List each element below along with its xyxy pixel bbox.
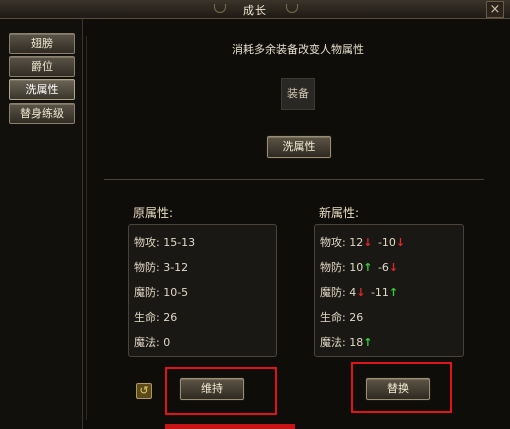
new-row-mp: 魔法: 18↑ bbox=[320, 334, 374, 349]
original-attributes-label: 原属性: bbox=[133, 206, 174, 220]
hint-text: 消耗多余装备改变人物属性 bbox=[232, 43, 364, 56]
new-attributes-label: 新属性: bbox=[319, 206, 360, 220]
attr-value: -10 bbox=[377, 236, 396, 249]
attr-name: 物攻: bbox=[320, 236, 346, 249]
attr-name: 魔法: bbox=[320, 336, 346, 349]
arrow-up-icon: ↑ bbox=[363, 261, 373, 274]
arrow-up-icon: ↑ bbox=[363, 336, 373, 349]
close-button[interactable]: × bbox=[486, 1, 504, 18]
attr-name: 物防: bbox=[134, 261, 160, 274]
arrow-down-icon: ↓ bbox=[356, 286, 366, 299]
attr-value: 12 bbox=[349, 236, 364, 249]
undo-icon[interactable]: ↺ bbox=[136, 383, 152, 399]
original-row-mp: 魔法: 0 bbox=[134, 334, 171, 349]
attr-value: 3-12 bbox=[163, 261, 189, 274]
attr-value: 18 bbox=[349, 336, 364, 349]
new-row-phys-defense: 物防: 10↑ -6↓ bbox=[320, 259, 400, 274]
attr-name: 魔法: bbox=[134, 336, 160, 349]
attr-name: 魔防: bbox=[134, 286, 160, 299]
original-attributes-box: 物攻: 15-13 物防: 3-12 魔防: 10-5 生命: 26 魔法: 0 bbox=[128, 224, 277, 357]
original-row-magic-defense: 魔防: 10-5 bbox=[134, 284, 189, 299]
sidebar-item-proxy-leveling[interactable]: 替身练级 bbox=[9, 103, 75, 124]
attr-value: 26 bbox=[163, 311, 178, 324]
new-row-hp: 生命: 26 bbox=[320, 309, 364, 324]
attr-value: 10-5 bbox=[163, 286, 189, 299]
section-divider bbox=[104, 179, 484, 180]
arrow-down-icon: ↓ bbox=[363, 236, 373, 249]
attr-name: 生命: bbox=[320, 311, 346, 324]
original-row-phys-defense: 物防: 3-12 bbox=[134, 259, 189, 274]
attr-value: 15-13 bbox=[163, 236, 196, 249]
attr-value: 0 bbox=[163, 336, 171, 349]
new-row-magic-defense: 魔防: 4↓ -11↑ bbox=[320, 284, 400, 299]
arrow-down-icon: ↓ bbox=[395, 236, 406, 249]
attr-value: -6 bbox=[377, 261, 389, 274]
window-title: 成长 bbox=[243, 4, 267, 17]
arrow-down-icon: ↓ bbox=[388, 261, 399, 274]
panel-divider bbox=[86, 36, 87, 420]
sidebar-item-wings[interactable]: 翅膀 bbox=[9, 33, 75, 54]
keep-button[interactable]: 维持 bbox=[180, 378, 244, 400]
new-attributes-box: 物攻: 12↓ -10↓ 物防: 10↑ -6↓ 魔防: 4↓ -11↑ 生命:… bbox=[314, 224, 464, 357]
attr-value: 10 bbox=[349, 261, 364, 274]
equipment-slot[interactable]: 装备 bbox=[281, 78, 315, 110]
replace-button[interactable]: 替换 bbox=[366, 378, 430, 400]
arrow-up-icon: ↑ bbox=[388, 286, 399, 299]
original-row-phys-attack: 物攻: 15-13 bbox=[134, 234, 196, 249]
attr-name: 物攻: bbox=[134, 236, 160, 249]
attr-name: 魔防: bbox=[320, 286, 346, 299]
attr-value: 26 bbox=[349, 311, 364, 324]
reroll-button[interactable]: 洗属性 bbox=[267, 136, 331, 158]
original-row-hp: 生命: 26 bbox=[134, 309, 178, 324]
attr-value: -11 bbox=[370, 286, 389, 299]
sidebar: 翅膀 爵位 洗属性 替身练级 bbox=[0, 19, 83, 429]
attr-name: 生命: bbox=[134, 311, 160, 324]
attr-name: 物防: bbox=[320, 261, 346, 274]
bottom-highlight-strip bbox=[165, 424, 295, 429]
sidebar-item-rank[interactable]: 爵位 bbox=[9, 56, 75, 77]
title-bar: 成长 × bbox=[0, 0, 510, 19]
new-row-phys-attack: 物攻: 12↓ -10↓ bbox=[320, 234, 407, 249]
main-panel: 消耗多余装备改变人物属性 装备 洗属性 原属性: 新属性: 物攻: 15-13 … bbox=[96, 32, 500, 422]
sidebar-item-reroll-attributes[interactable]: 洗属性 bbox=[9, 79, 75, 100]
